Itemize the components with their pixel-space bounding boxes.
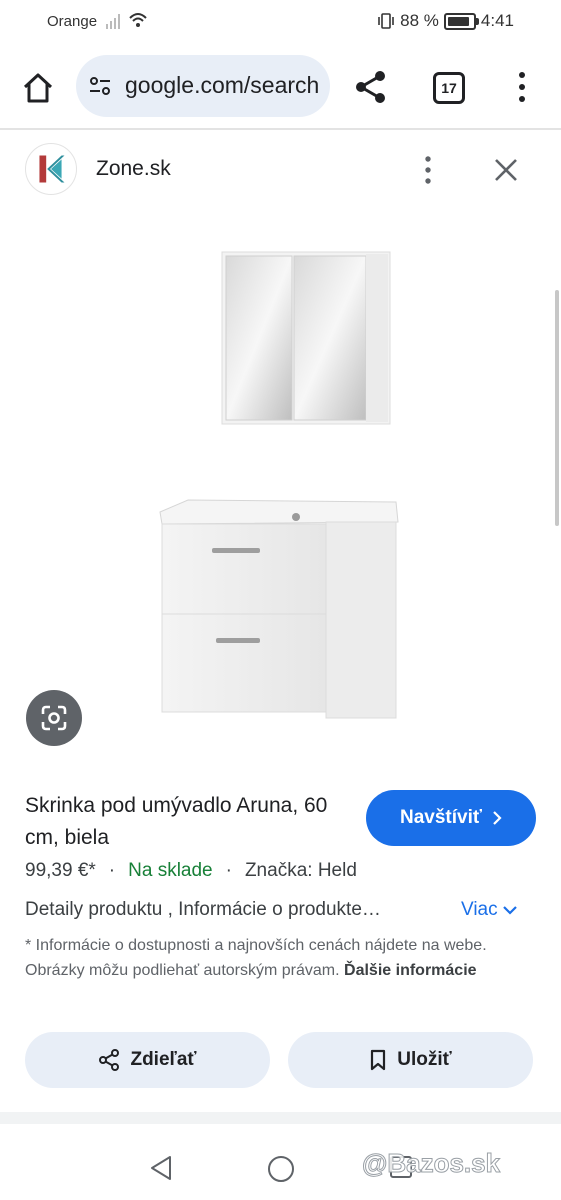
separator-dot: ·: [108, 860, 116, 881]
product-image[interactable]: [150, 240, 410, 740]
status-right: 88 % 4:41: [377, 11, 514, 31]
home-nav-icon[interactable]: [268, 1156, 294, 1182]
wifi-icon: [129, 13, 147, 27]
save-label: Uložiť: [397, 1049, 452, 1070]
product-title: Skrinka pod umývadlo Aruna, 60 cm, biela: [25, 794, 328, 849]
scrollbar[interactable]: [555, 290, 559, 526]
stock-status: Na sklade: [128, 860, 213, 881]
url-bar[interactable]: google.com/search: [76, 55, 330, 117]
share-label: Zdieľať: [130, 1049, 197, 1070]
url-text: google.com/search: [125, 72, 320, 98]
lens-icon: [41, 705, 67, 731]
visit-label: Navštíviť: [400, 807, 482, 828]
price: 99,39 €*: [25, 860, 96, 881]
brand: Značka: Held: [244, 860, 357, 881]
back-icon[interactable]: [148, 1154, 174, 1182]
carrier-label: Orange: [47, 13, 98, 30]
site-name: Zone.sk: [96, 157, 171, 180]
bookmark-icon: [371, 1049, 386, 1071]
google-lens-button[interactable]: [26, 690, 82, 746]
save-button[interactable]: Uložiť: [288, 1032, 533, 1088]
product-details: Detaily produktu , Informácie o produkte…: [25, 899, 381, 920]
chevron-down-icon: [502, 906, 517, 915]
battery-icon: [443, 12, 479, 30]
share-icon[interactable]: [352, 68, 390, 106]
home-icon[interactable]: [20, 70, 56, 106]
section-divider: [0, 1112, 561, 1124]
more-info-link[interactable]: Ďalšie informácie: [344, 962, 477, 979]
menu-icon[interactable]: [515, 70, 529, 104]
site-logo: [25, 143, 77, 195]
separator-dot: ·: [225, 860, 232, 881]
product-meta: 99,39 €* · Na sklade · Značka: Held: [25, 860, 357, 882]
toolbar-divider: [0, 128, 561, 130]
browser-toolbar: google.com/search 17: [0, 52, 561, 122]
clock: 4:41: [480, 11, 514, 30]
chevron-right-icon: [493, 811, 502, 825]
share-icon: [99, 1049, 120, 1071]
visit-button[interactable]: Navštíviť: [366, 790, 536, 846]
close-icon[interactable]: [490, 154, 522, 186]
site-settings-icon[interactable]: [88, 74, 112, 98]
status-bar: Orange 88 % 4:41: [0, 0, 561, 44]
more-options-icon[interactable]: [421, 155, 435, 185]
watermark: @Bazos.sk: [361, 1148, 501, 1179]
more-button[interactable]: Viac: [461, 899, 517, 921]
more-label: Viac: [461, 899, 498, 920]
vibrate-icon: [378, 13, 394, 29]
tab-switcher-button[interactable]: 17: [433, 72, 465, 104]
battery-percent: 88 %: [400, 11, 439, 30]
signal-icon: [106, 14, 120, 29]
disclaimer: * Informácie o dostupnosti a najnovších …: [25, 933, 535, 983]
share-button[interactable]: Zdieľať: [25, 1032, 270, 1088]
